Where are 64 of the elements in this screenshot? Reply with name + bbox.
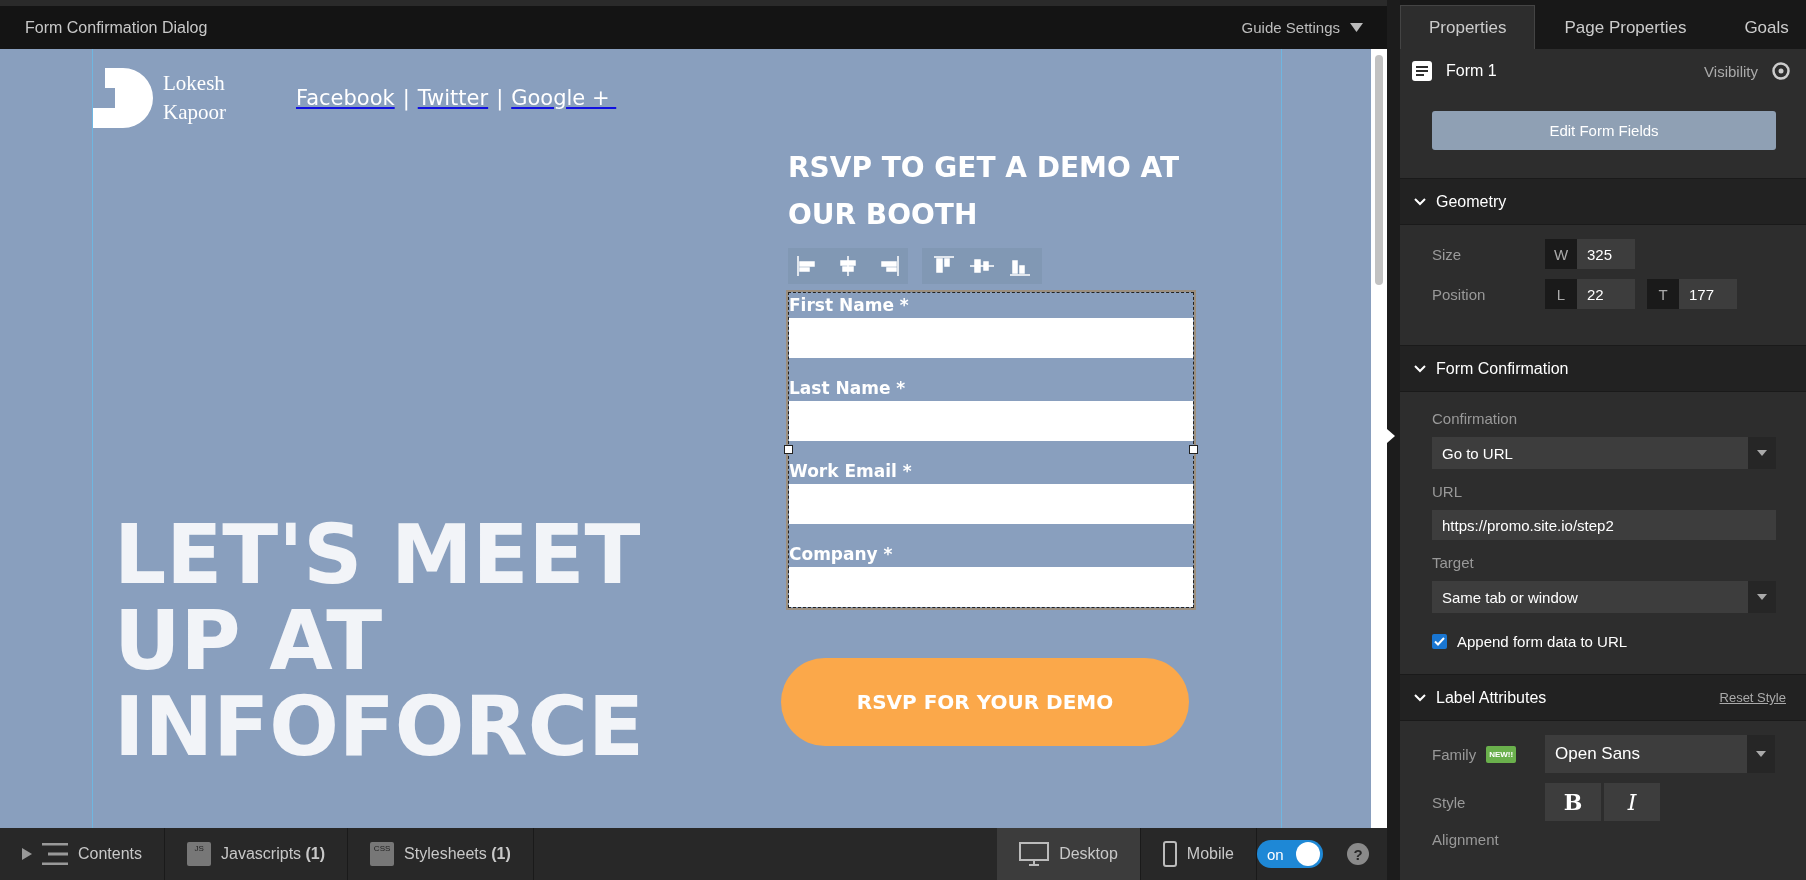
checkbox[interactable] bbox=[1432, 634, 1447, 649]
separator: | bbox=[496, 86, 504, 110]
visibility-label: Visibility bbox=[1704, 62, 1758, 80]
device-tab[interactable]: Desktop bbox=[997, 828, 1141, 880]
input-field[interactable] bbox=[789, 567, 1193, 607]
input-field[interactable] bbox=[789, 484, 1193, 524]
caret-icon bbox=[1757, 450, 1767, 456]
caret-icon bbox=[1757, 594, 1767, 600]
guide-settings-menu[interactable]: Guide Settings bbox=[1241, 19, 1363, 36]
chevron-icon[interactable] bbox=[1414, 197, 1426, 206]
target-dropdown[interactable]: Same tab or window bbox=[1432, 581, 1776, 613]
resize-handle[interactable] bbox=[1189, 445, 1198, 454]
field-label: Size bbox=[1432, 245, 1463, 263]
hero-heading: LET'S MEET UP AT INFOFORCE bbox=[114, 512, 645, 770]
element-name: Form 1 bbox=[1446, 62, 1497, 80]
logo-text: Lokesh Kapoor bbox=[163, 70, 226, 126]
field-label: Company * bbox=[789, 543, 894, 566]
list-icon bbox=[42, 843, 68, 865]
play-arrow-icon bbox=[22, 848, 32, 860]
field-label: Last Name * bbox=[789, 377, 907, 400]
field-label: URL bbox=[1432, 483, 1463, 500]
javascripts-button[interactable]: JS Javascripts (1) bbox=[165, 828, 349, 880]
field-label: Work Email * bbox=[789, 460, 913, 483]
caret-icon bbox=[1350, 23, 1363, 32]
form-icon bbox=[1412, 61, 1432, 81]
field-label: Position bbox=[1432, 285, 1487, 303]
separator: | bbox=[402, 86, 410, 110]
contents-button[interactable]: Contents bbox=[0, 828, 166, 880]
toggle-switch[interactable]: on bbox=[1257, 840, 1323, 868]
collapse-arrow-icon[interactable] bbox=[1387, 429, 1395, 443]
url-field[interactable]: https://promo.site.io/step2 bbox=[1432, 510, 1776, 540]
phone-icon bbox=[1162, 841, 1177, 867]
panel-tab[interactable]: Page Properties bbox=[1535, 5, 1716, 49]
panel-tab[interactable]: Properties bbox=[1400, 5, 1536, 49]
field-label: Target bbox=[1432, 554, 1475, 571]
section-header[interactable]: Geometry bbox=[1400, 178, 1806, 225]
section-header[interactable]: Form Confirmation bbox=[1400, 345, 1806, 392]
chevron-icon[interactable] bbox=[1414, 364, 1426, 373]
input-field[interactable] bbox=[789, 318, 1193, 358]
resize-handle[interactable] bbox=[784, 445, 793, 454]
section-header[interactable]: Label Attributes Reset Style bbox=[1400, 674, 1806, 721]
panel-tab[interactable]: Goals bbox=[1715, 5, 1806, 49]
device-tab[interactable]: Mobile bbox=[1140, 828, 1257, 880]
document-title: Form Confirmation Dialog bbox=[25, 18, 208, 37]
reset-style-link[interactable]: Reset Style bbox=[1719, 690, 1786, 705]
field-label: Style bbox=[1432, 793, 1467, 811]
field-label: Alignment bbox=[1432, 831, 1500, 848]
monitor-icon bbox=[1019, 842, 1050, 866]
help-button[interactable]: ? bbox=[1347, 843, 1369, 865]
bold-button[interactable]: B bbox=[1545, 783, 1601, 821]
chevron-icon[interactable] bbox=[1414, 693, 1426, 702]
field-label: Confirmation bbox=[1432, 410, 1519, 427]
input-field[interactable] bbox=[789, 401, 1193, 441]
italic-button[interactable]: I bbox=[1604, 783, 1660, 821]
field-label: First Name * bbox=[789, 294, 910, 317]
field-label: Family bbox=[1432, 745, 1477, 763]
eye-icon[interactable] bbox=[1772, 62, 1790, 80]
stylesheets-button[interactable]: CSS Stylesheets (1) bbox=[348, 828, 534, 880]
rsvp-heading: RSVP TO GET A DEMO AT OUR BOOTH bbox=[788, 150, 1181, 233]
new-badge: NEW!! bbox=[1486, 745, 1517, 763]
caret-icon bbox=[1756, 751, 1766, 757]
checkbox-label[interactable]: Append form data to URL bbox=[1457, 633, 1628, 650]
confirmation-dropdown[interactable]: Go to URL bbox=[1432, 437, 1776, 469]
font-family-dropdown[interactable]: Open Sans bbox=[1545, 735, 1775, 773]
